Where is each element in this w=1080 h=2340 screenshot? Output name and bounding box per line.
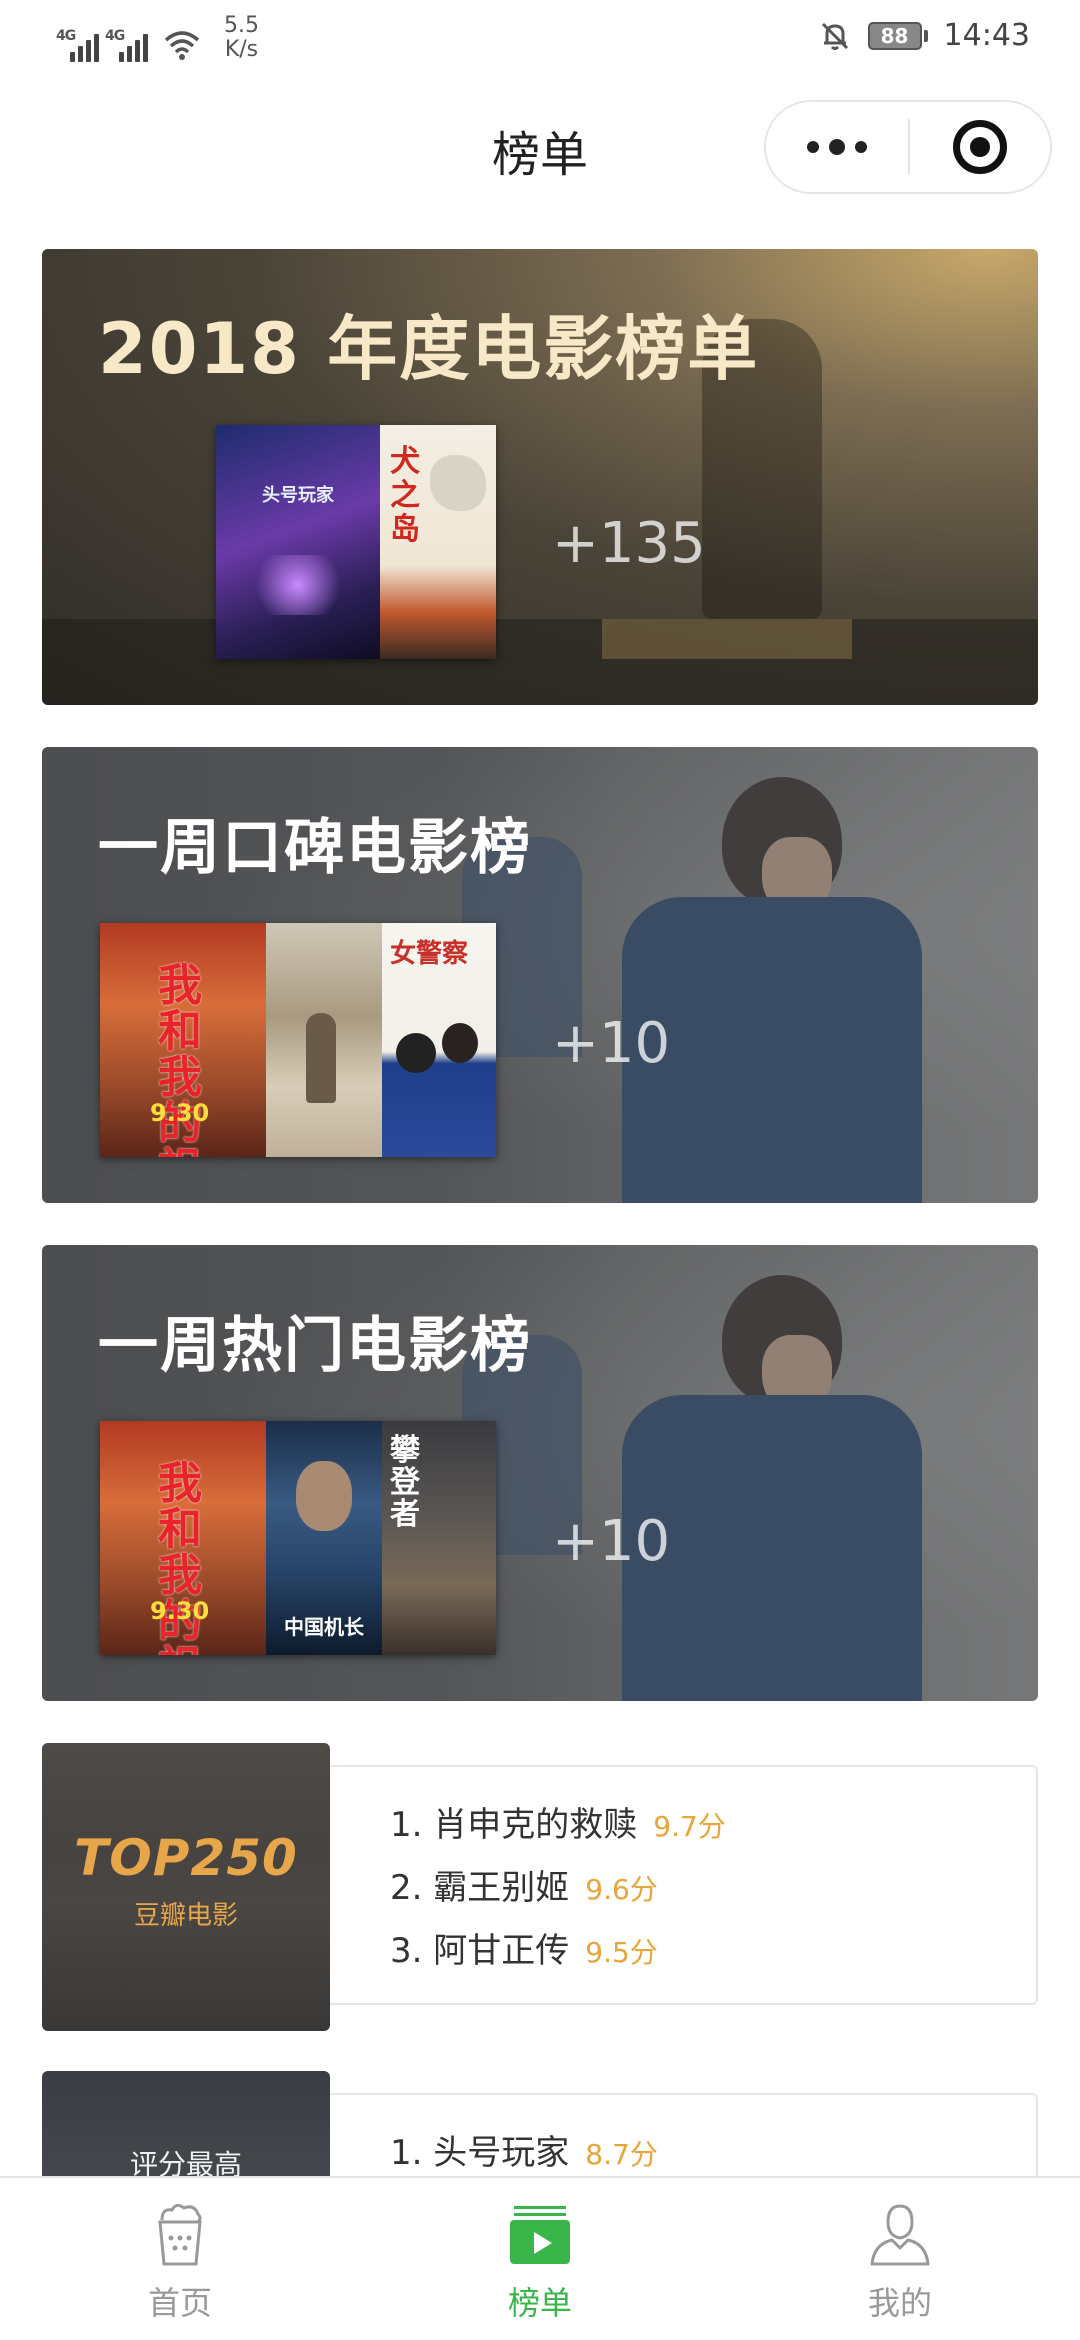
wifi-icon: [164, 31, 200, 60]
poster-image: 我和我的祖国 9.30: [100, 923, 266, 1157]
poster-image: [266, 923, 382, 1157]
banner-weekly-hot[interactable]: 一周热门电影榜 我和我的祖国 9.30 中国机长 攀登者 +10: [42, 1245, 1038, 1701]
popcorn-icon: [158, 2203, 202, 2266]
bell-off-icon: [821, 22, 848, 50]
target-icon: [952, 120, 1007, 174]
list-play-icon: [510, 2206, 570, 2264]
more-count: +135: [552, 511, 706, 576]
poster-stack: 头号玩家 犬之岛: [216, 425, 496, 659]
banner-title: 一周口碑电影榜: [98, 813, 532, 883]
list-item[interactable]: 3. 阿甘正传 9.5分: [390, 1923, 726, 1986]
banner-weekly-reputation[interactable]: 一周口碑电影榜 我和我的祖国 9.30 女警察 +10: [42, 747, 1038, 1203]
more-count: +10: [552, 1509, 671, 1574]
poster-image: 女警察: [382, 923, 496, 1157]
banner-annual-list[interactable]: 2018 年度电影榜单 头号玩家 犬之岛 +135: [42, 249, 1038, 705]
poster-image: 中国机长: [266, 1421, 382, 1655]
nav-bar: 榜单: [0, 80, 1080, 210]
network-speed: 5.5 K/s: [224, 13, 259, 62]
miniprogram-capsule: [764, 100, 1052, 194]
tab-rankings[interactable]: 榜单: [360, 2178, 720, 2340]
cellular-signal-icon-2: 4G: [105, 28, 148, 62]
more-count: +10: [552, 1011, 671, 1076]
tab-bar: 首页 榜单 我的: [0, 2176, 1080, 2340]
battery-icon: 88: [867, 21, 928, 50]
poster-image: 攀登者: [382, 1421, 496, 1655]
poster-stack: 我和我的祖国 9.30 女警察: [100, 923, 496, 1157]
top250-cover: TOP250 豆瓣电影: [42, 1743, 330, 2031]
poster-image: 我和我的祖国 9.30: [100, 1421, 266, 1655]
banner-title: 2018 年度电影榜单: [98, 308, 760, 390]
tab-me[interactable]: 我的: [720, 2178, 1080, 2340]
poster-image: 头号玩家: [216, 425, 380, 659]
poster-stack: 我和我的祖国 9.30 中国机长 攀登者: [100, 1421, 496, 1655]
more-button[interactable]: [766, 102, 908, 192]
cellular-signal-icon: 4G: [56, 28, 99, 62]
list-item[interactable]: 1. 肖申克的救赎 9.7分: [390, 1797, 726, 1860]
poster-image: 犬之岛: [380, 425, 496, 659]
banner-title: 一周热门电影榜: [98, 1311, 532, 1381]
clock: 14:43: [943, 18, 1030, 53]
person-icon: [870, 2204, 930, 2266]
tab-home[interactable]: 首页: [0, 2178, 360, 2340]
status-bar: 4G 4G 5.5 K/s 88 14:43: [0, 0, 1080, 80]
close-miniprogram-button[interactable]: [910, 102, 1050, 192]
list-item[interactable]: 2. 霸王别姬 9.6分: [390, 1860, 726, 1923]
top250-list: 1. 肖申克的救赎 9.7分 2. 霸王别姬 9.6分 3. 阿甘正传 9.5分: [330, 1765, 1038, 2005]
top250-list-card[interactable]: TOP250 豆瓣电影 1. 肖申克的救赎 9.7分 2. 霸王别姬 9.6分 …: [42, 1743, 1038, 2033]
